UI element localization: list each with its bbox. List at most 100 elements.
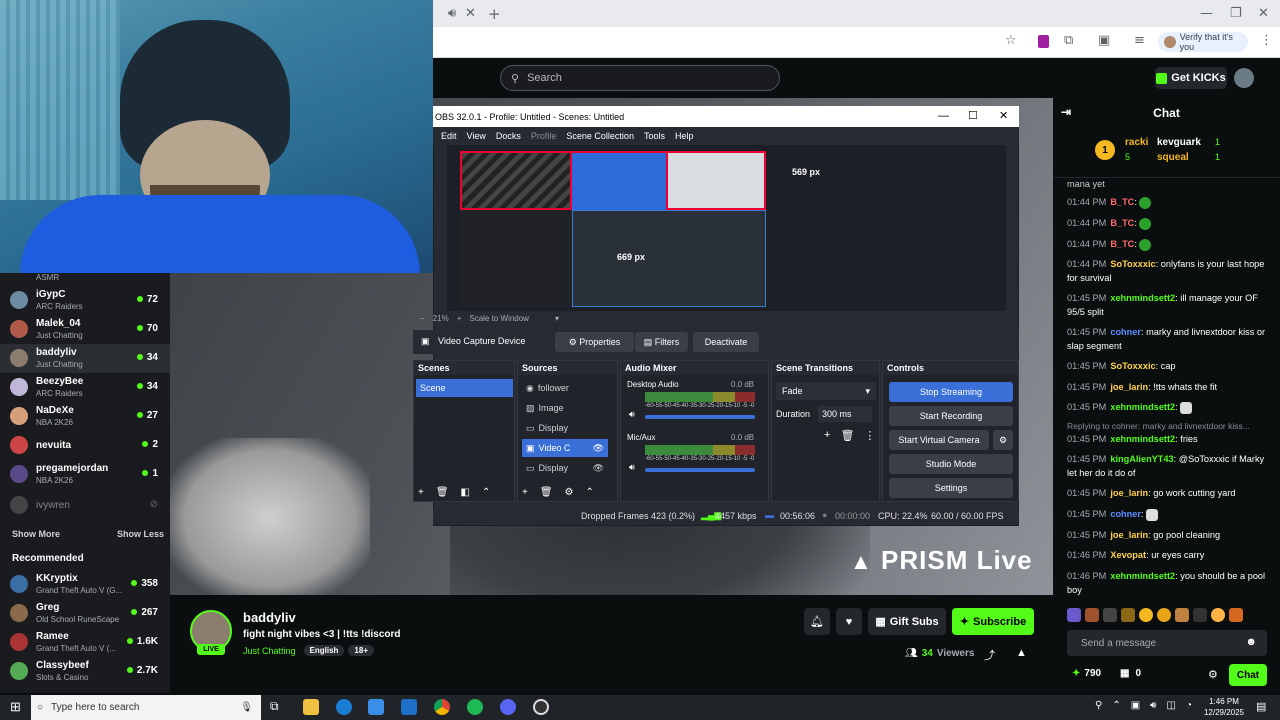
chat-message-input[interactable]: Send a message ☻ — [1067, 630, 1267, 656]
file-explorer-icon[interactable] — [303, 699, 319, 715]
streamer-name[interactable]: baddyliv — [243, 610, 296, 625]
kick-points[interactable]: ✦ 790 — [1072, 668, 1101, 679]
source-item[interactable]: ▭ Display — [522, 419, 608, 437]
minimize-icon[interactable]: — — [938, 110, 949, 122]
sidebar-item-greg[interactable]: Greg Old School RuneScape 267 — [0, 599, 170, 628]
chat-message[interactable]: 01:44 PM SoToxxxic: onlyfans is your last… — [1067, 257, 1267, 285]
notification-bell-icon[interactable]: 🔔︎ — [804, 608, 830, 635]
chevron-up-icon[interactable]: ⌃ — [586, 487, 594, 498]
trash-icon[interactable]: 🗑︎ — [540, 487, 553, 498]
add-icon[interactable]: + — [824, 429, 830, 442]
store-icon[interactable] — [368, 699, 384, 715]
speaker-icon[interactable]: 🔊︎ — [629, 462, 635, 473]
show-less-link[interactable]: Show Less — [117, 529, 164, 539]
source-item[interactable]: ▭ Display 👁︎ — [522, 459, 608, 477]
emote-icon[interactable] — [1175, 608, 1189, 622]
sidebar-item-nadexe[interactable]: NaDeXe NBA 2K26 27 — [0, 402, 170, 431]
spotify-icon[interactable] — [467, 699, 483, 715]
menu-icon[interactable]: ⋮ — [1260, 33, 1273, 48]
sidebar-item-ivywren[interactable]: ivywren ⊘ — [0, 491, 170, 520]
emote-icon[interactable] — [1193, 608, 1207, 622]
report-icon[interactable]: ▲ — [1016, 647, 1027, 659]
browser-source-preview[interactable] — [666, 151, 766, 210]
transition-select[interactable]: Fade ▾ — [776, 382, 876, 400]
gear-icon[interactable]: ⚙ — [565, 487, 574, 498]
gear-icon[interactable]: ⚙ — [993, 430, 1013, 450]
chat-message[interactable]: 01:44 PM B_TC: — [1067, 216, 1267, 230]
emote-icon[interactable] — [1085, 608, 1099, 622]
layout-icon[interactable]: ◧ — [461, 487, 470, 498]
menu-tools[interactable]: Tools — [644, 131, 665, 141]
sidebar-item-malek[interactable]: Malek_04 Just Chatting 70 — [0, 315, 170, 344]
bookmark-star-icon[interactable]: ☆ — [1005, 33, 1017, 48]
chat-message[interactable]: 01:44 PM B_TC: — [1067, 237, 1267, 251]
studio-mode-button[interactable]: Studio Mode — [889, 454, 1013, 474]
chat-message[interactable]: 01:45 PM xehnmindsett2: — [1067, 400, 1267, 414]
emote-icon[interactable] — [1211, 608, 1225, 622]
chat-message[interactable]: 01:44 PM B_TC: — [1067, 195, 1267, 209]
get-kicks-button[interactable]: Get KICKs — [1155, 67, 1227, 89]
menu-help[interactable]: Help — [675, 131, 694, 141]
share-icon[interactable]: ⤴ — [984, 647, 995, 663]
chat-leaderboard[interactable]: 1 racki 5 kevguark 1 squeal 1 — [1095, 132, 1245, 172]
emote-icon[interactable] — [1139, 608, 1153, 622]
people-icon[interactable]: ⚲ — [1095, 700, 1102, 711]
add-icon[interactable]: + — [418, 487, 424, 498]
settings-button[interactable]: Settings — [889, 478, 1013, 498]
obs-icon[interactable] — [533, 699, 549, 715]
zoom-out-icon[interactable]: − — [420, 314, 425, 323]
tag-18plus[interactable]: 18+ — [348, 645, 374, 656]
webcam-source-preview[interactable] — [572, 151, 666, 210]
chat-message[interactable]: 01:45 PM xehnmindsett2: fries — [1067, 432, 1267, 446]
obs-canvas[interactable]: 569 px 669 px — [460, 151, 849, 307]
menu-docks[interactable]: Docks — [496, 131, 521, 141]
window-close-icon[interactable]: ✕ — [1258, 6, 1269, 21]
follow-heart-icon[interactable]: ♥ — [836, 608, 862, 635]
start-recording-button[interactable]: Start Recording — [889, 406, 1013, 426]
tray-app-icon[interactable]: ▣ — [1131, 700, 1140, 711]
source-item[interactable]: ▨ Image — [522, 399, 608, 417]
wifi-icon[interactable]: ◔ — [1186, 700, 1192, 711]
chat-message[interactable]: 01:46 PM Xevopat: ur eyes carry — [1067, 548, 1267, 562]
subscribe-button[interactable]: ✦ Subscribe — [952, 608, 1034, 635]
scale-to-window[interactable]: Scale to Window — [469, 314, 529, 323]
tag-english[interactable]: English — [303, 645, 345, 656]
sidebar-item-nevuita[interactable]: nevuita 2 — [0, 431, 170, 460]
display-capture-preview[interactable] — [572, 210, 766, 307]
zoom-in-icon[interactable]: + — [457, 314, 462, 323]
trash-icon[interactable]: 🗑︎ — [436, 487, 449, 498]
obs-titlebar[interactable]: OBS 32.0.1 - Profile: Untitled - Scenes:… — [433, 106, 1019, 127]
sidebar-item-classybeef[interactable]: Classybeef Slots & Casino 2.7K — [0, 657, 170, 686]
chat-message[interactable]: 01:45 PM kingAlienYT43: @SoToxxxic if Mar… — [1067, 452, 1267, 480]
emote-icon[interactable] — [1103, 608, 1117, 622]
discord-icon[interactable] — [500, 699, 516, 715]
eye-icon[interactable]: 👁︎ — [593, 443, 604, 454]
show-more-link[interactable]: Show More — [12, 529, 60, 539]
mute-icon[interactable]: 🔊︎ — [448, 6, 456, 21]
menu-view[interactable]: View — [467, 131, 486, 141]
source-item[interactable]: ▣ Video C 👁︎ — [522, 439, 608, 457]
chevron-down-icon[interactable]: ▾ — [555, 314, 559, 323]
edge-icon[interactable] — [336, 699, 352, 715]
gift-subs-button[interactable]: ▦ Gift Subs — [868, 608, 946, 635]
new-tab-icon[interactable]: + — [488, 5, 501, 23]
menu-profile[interactable]: Profile — [531, 131, 557, 141]
collapse-chat-icon[interactable]: ⇥ — [1061, 105, 1071, 119]
chat-message[interactable]: 01:45 PM cohner: — [1067, 507, 1267, 521]
minimize-icon[interactable]: — — [1200, 6, 1213, 21]
extension-shield-icon[interactable] — [1038, 35, 1049, 48]
chat-message[interactable]: 01:45 PM joe_larin: go pool cleaning — [1067, 528, 1267, 542]
task-view-icon[interactable]: ⧉ — [270, 699, 279, 714]
stop-streaming-button[interactable]: Stop Streaming — [889, 382, 1013, 402]
sidebar-item-kkryptix[interactable]: KKryptix Grand Theft Auto V (G... 358 — [0, 570, 170, 599]
chrome-icon[interactable] — [434, 699, 450, 715]
chat-message[interactable]: 01:46 PM xehnmindsett2: you should be a p… — [1067, 569, 1267, 597]
settings-gear-icon[interactable]: ⚙ — [1208, 668, 1218, 681]
chat-message[interactable]: 01:45 PM joe_larin: !tts whats the fit — [1067, 380, 1267, 394]
windows-start-icon[interactable]: ⊞ — [10, 699, 21, 715]
scene-item[interactable]: Scene — [416, 379, 513, 397]
properties-button[interactable]: ⚙ Properties — [555, 332, 634, 352]
hatched-source[interactable] — [460, 151, 572, 210]
search-input[interactable]: ⚲ Search — [500, 65, 780, 91]
chat-message[interactable]: 01:45 PM joe_larin: go work cutting yard — [1067, 486, 1267, 500]
